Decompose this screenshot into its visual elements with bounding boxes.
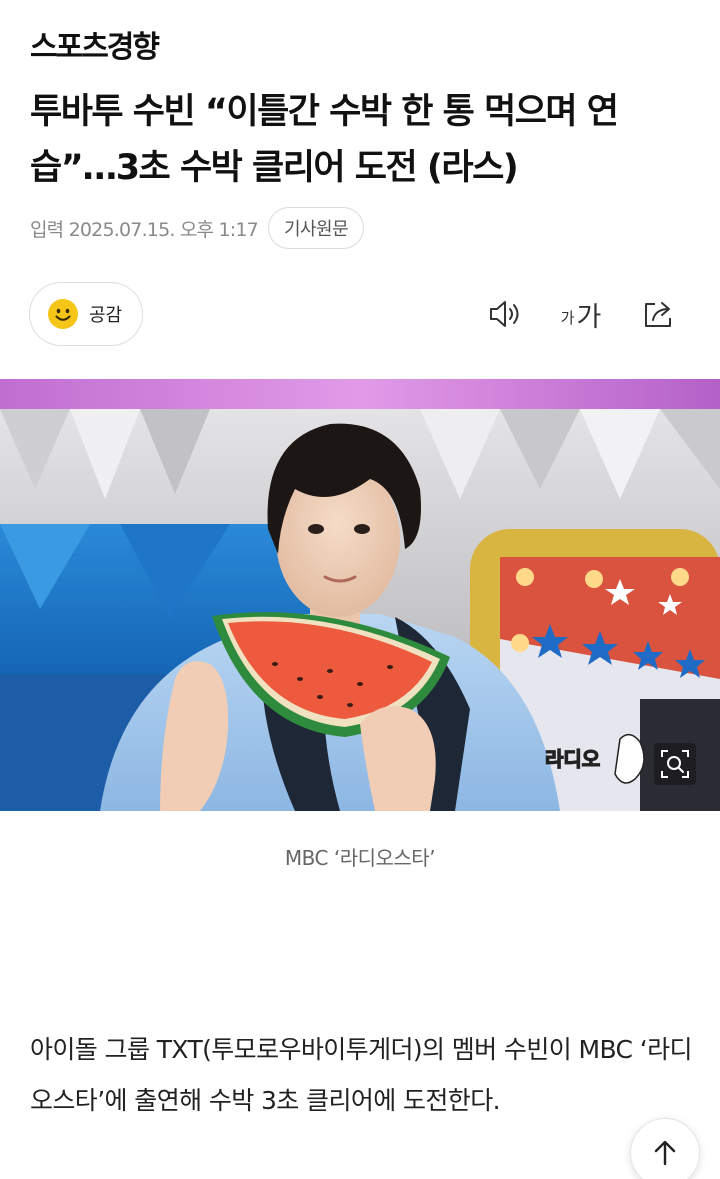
speaker-icon <box>490 301 519 327</box>
share-button[interactable] <box>638 294 680 334</box>
article-meta: 입력 2025.07.15. 오후 1:17 기사원문 <box>30 206 365 250</box>
zoom-search-icon <box>661 750 689 778</box>
original-article-button[interactable]: 기사원문 <box>267 207 365 249</box>
font-size-large-glyph: 가 <box>576 301 602 333</box>
article-title: 투바투 수빈 “이틀간 수박 한 통 먹으며 연습”…3초 수박 클리어 도전 … <box>30 92 619 188</box>
photo-watermark: 라디오 <box>545 747 600 771</box>
arrow-up-icon <box>654 1140 676 1166</box>
site-logo[interactable]: 스포츠경향 <box>30 22 160 66</box>
smiley-face-icon <box>48 299 78 329</box>
share-icon <box>645 302 671 327</box>
publish-date: 입력 2025.07.15. 오후 1:17 <box>30 218 259 241</box>
empathy-button[interactable]: 공감 <box>29 282 143 346</box>
audio-button[interactable] <box>484 294 526 334</box>
article-body: 아이돌 그룹 TXT(투모로우바이투게더)의 멤버 수빈이 MBC ‘라디오스타… <box>30 1035 693 1115</box>
scroll-top-button[interactable] <box>630 1118 700 1179</box>
photo-zoom-button[interactable] <box>654 743 696 785</box>
font-size-button[interactable]: 가 가 <box>556 294 606 334</box>
font-size-small-glyph: 가 <box>560 308 575 327</box>
article-photo[interactable]: 라디오 <box>0 379 720 811</box>
photo-caption: MBC ‘라디오스타’ <box>284 846 436 870</box>
empathy-label: 공감 <box>89 305 123 326</box>
